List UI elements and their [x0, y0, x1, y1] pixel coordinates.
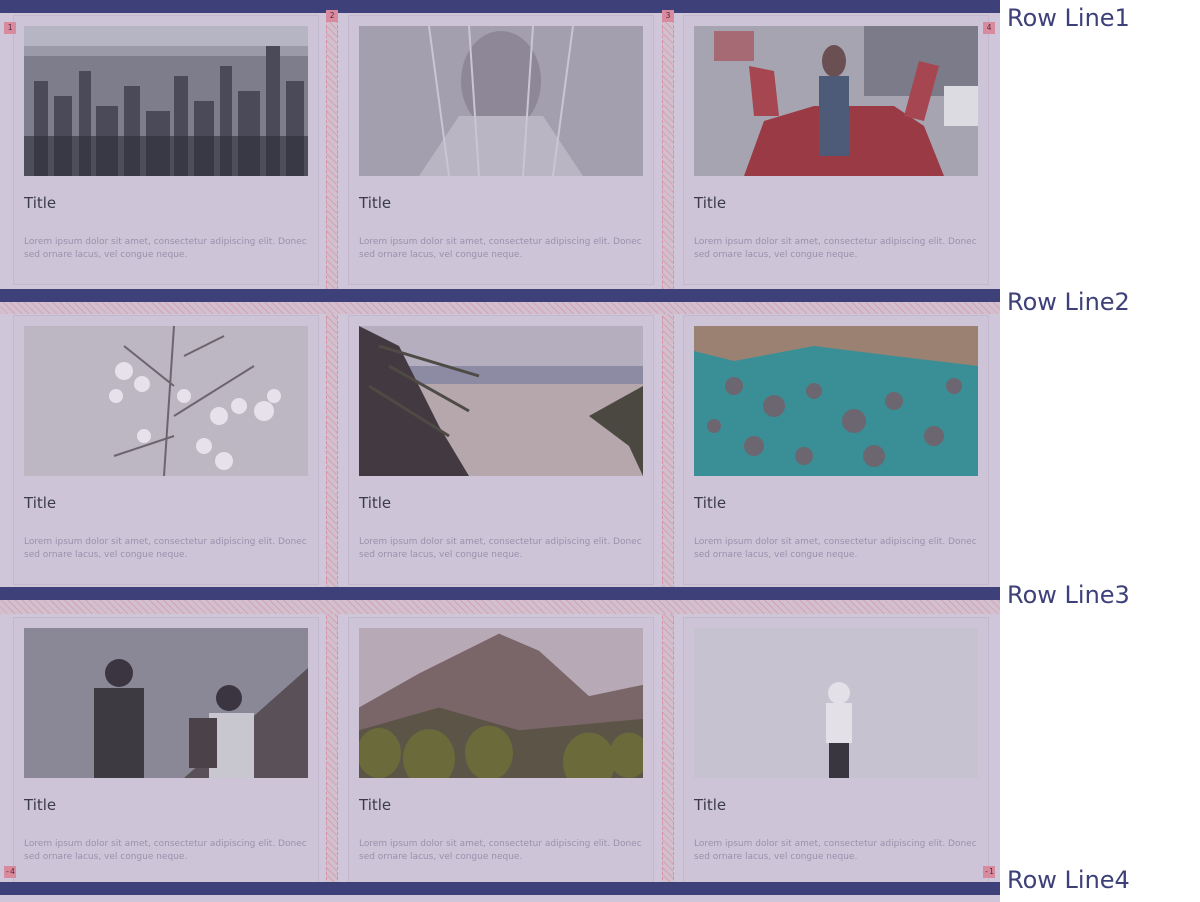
card-text: Lorem ipsum dolor sit amet, consectetur …: [24, 839, 307, 862]
row-gap-1: [0, 300, 1000, 314]
row-line-1: [0, 0, 1000, 13]
veiled-woman-photo: [359, 26, 643, 176]
white-blossom-branches-photo: [24, 326, 308, 476]
grid-line-number: 4: [983, 22, 995, 34]
card: Title Lorem ipsum dolor sit amet, consec…: [683, 315, 989, 585]
card: Title Lorem ipsum dolor sit amet, consec…: [348, 15, 654, 285]
column-gap-2: [662, 0, 674, 890]
foggy-mountain-photo: [359, 628, 643, 778]
grid-line-number: -4: [4, 866, 16, 878]
card-title: Title: [359, 194, 392, 212]
card-title: Title: [24, 494, 57, 512]
row-label-4: Row Line4: [1007, 866, 1130, 894]
grid-line-number: -1: [983, 866, 995, 878]
card-text: Lorem ipsum dolor sit amet, consectetur …: [694, 537, 977, 560]
card: Title Lorem ipsum dolor sit amet, consec…: [13, 15, 319, 285]
card-text: Lorem ipsum dolor sit amet, consectetur …: [24, 237, 307, 260]
card-text: Lorem ipsum dolor sit amet, consectetur …: [694, 237, 977, 260]
card: Title Lorem ipsum dolor sit amet, consec…: [683, 617, 989, 887]
card-title: Title: [24, 194, 57, 212]
card-text: Lorem ipsum dolor sit amet, consectetur …: [694, 839, 977, 862]
grid-line-number: 1: [4, 22, 16, 34]
card-text: Lorem ipsum dolor sit amet, consectetur …: [359, 537, 642, 560]
row-line-4: [0, 882, 1000, 895]
card-title: Title: [694, 796, 727, 814]
card: Title Lorem ipsum dolor sit amet, consec…: [348, 617, 654, 887]
card-title: Title: [694, 494, 727, 512]
card: Title Lorem ipsum dolor sit amet, consec…: [13, 315, 319, 585]
two-men-backpacks-photo: [24, 628, 308, 778]
card-title: Title: [24, 796, 57, 814]
row-label-3: Row Line3: [1007, 581, 1130, 609]
card-text: Lorem ipsum dolor sit amet, consectetur …: [359, 839, 642, 862]
row-line-2: [0, 289, 1000, 302]
card-text: Lorem ipsum dolor sit amet, consectetur …: [359, 237, 642, 260]
card-title: Title: [359, 796, 392, 814]
row-line-3: [0, 587, 1000, 600]
aerial-rocky-coast-photo: [694, 326, 978, 476]
card: Title Lorem ipsum dolor sit amet, consec…: [348, 315, 654, 585]
row-label-2: Row Line2: [1007, 288, 1130, 316]
card-text: Lorem ipsum dolor sit amet, consectetur …: [24, 537, 307, 560]
grid-overlay-area: Title Lorem ipsum dolor sit amet, consec…: [0, 0, 1000, 902]
card: Title Lorem ipsum dolor sit amet, consec…: [13, 617, 319, 887]
beach-palm-leaves-photo: [359, 326, 643, 476]
card-title: Title: [359, 494, 392, 512]
row-label-1: Row Line1: [1007, 4, 1130, 32]
person-white-hoodie-photo: [694, 628, 978, 778]
grid-line-number: 3: [662, 10, 674, 22]
card: Title Lorem ipsum dolor sit amet, consec…: [683, 15, 989, 285]
grid-line-number: 2: [326, 10, 338, 22]
row-gap-2: [0, 600, 1000, 614]
card-title: Title: [694, 194, 727, 212]
woman-red-sports-car-photo: [694, 26, 978, 176]
column-gap-1: [326, 0, 338, 890]
city-skyline-photo: [24, 26, 308, 176]
